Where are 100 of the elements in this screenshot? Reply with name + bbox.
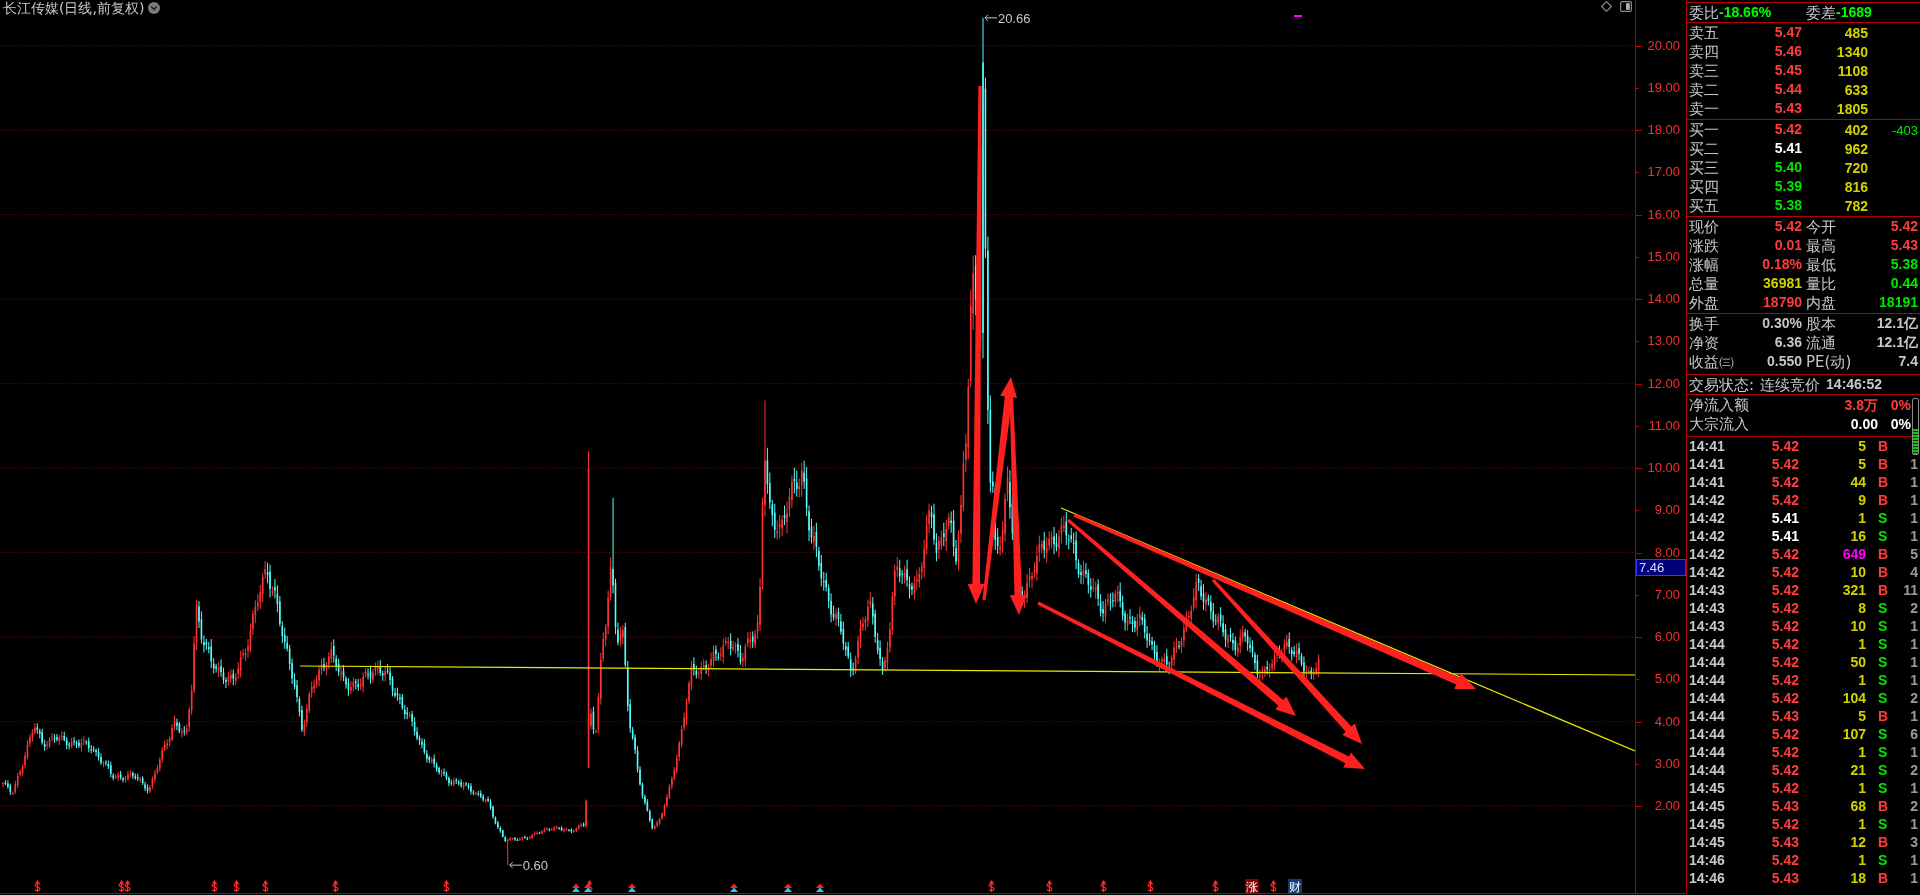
trend-line[interactable]: [1060, 507, 1635, 752]
tick-volume: 1: [1858, 672, 1866, 688]
flow-percent: 0%: [1890, 396, 1911, 413]
tick-price: 5.42: [1771, 636, 1799, 652]
tick-side: B: [1878, 474, 1889, 490]
triangle-marker-icon[interactable]: [730, 883, 738, 892]
dollar-marker-icon[interactable]: [988, 880, 995, 893]
tick-volume: 9: [1858, 492, 1866, 508]
stat-label: 现价: [1689, 217, 1719, 236]
dollar-marker-icon[interactable]: [443, 880, 450, 893]
tick-price: 5.42: [1771, 564, 1799, 580]
tick-time: 14:44: [1689, 708, 1725, 724]
axis-label: 5.00: [1654, 672, 1680, 686]
stat-value: 0.550: [1766, 353, 1802, 370]
triangle-marker-icon[interactable]: [816, 883, 824, 892]
tick-volume: 1: [1858, 510, 1866, 526]
dollar-marker-icon[interactable]: [1046, 880, 1053, 893]
tick-volume: 50: [1850, 654, 1866, 670]
dollar-marker-icon[interactable]: [1212, 880, 1219, 893]
dropdown-icon[interactable]: [148, 2, 161, 14]
support-line[interactable]: [299, 665, 1635, 676]
flow-label: 净流入额: [1689, 395, 1749, 414]
tick-side: B: [1878, 564, 1889, 580]
axis-label: 14.00: [1647, 292, 1680, 306]
tick-side: S: [1878, 690, 1888, 706]
axis-label: 8.00: [1654, 546, 1680, 560]
triangle-marker-icon[interactable]: [584, 883, 592, 892]
order-label: 买二: [1689, 139, 1719, 158]
order-label: 买五: [1689, 196, 1719, 215]
order-price: 5.41: [1774, 140, 1802, 157]
stat-label: 今开: [1806, 217, 1836, 236]
order-label: 买一: [1689, 120, 1719, 139]
tick-volume: 8: [1858, 600, 1866, 616]
order-price: 5.38: [1774, 197, 1802, 214]
tick-price: 5.42: [1771, 816, 1799, 832]
stat-value: 0.30%: [1762, 315, 1802, 332]
tick-count: 1: [1910, 636, 1918, 652]
tick-side: S: [1878, 636, 1888, 652]
order-label: 卖五: [1689, 23, 1719, 42]
tick-price: 5.42: [1771, 762, 1799, 778]
stat-value: 18191: [1879, 294, 1918, 311]
tick-volume: 10: [1850, 618, 1866, 634]
tick-time: 14:45: [1689, 816, 1725, 832]
dollar-marker-icon[interactable]: [233, 880, 240, 893]
order-label: 买三: [1689, 158, 1719, 177]
tick-volume: 104: [1842, 690, 1866, 706]
tick-side: S: [1878, 744, 1888, 760]
tick-side: B: [1878, 492, 1889, 508]
dollar-marker-icon[interactable]: [211, 880, 218, 893]
tick-side: S: [1878, 762, 1888, 778]
stat-label: 内盘: [1806, 293, 1836, 312]
arrow-annotation[interactable]: [967, 86, 985, 604]
tick-time: 14:41: [1689, 456, 1725, 472]
leader-arrow: [984, 14, 998, 22]
stat-value: 12.1亿: [1876, 334, 1918, 351]
arrow-annotation[interactable]: [1073, 513, 1476, 689]
dash-mark-icon: [1294, 15, 1302, 17]
order-volume: 962: [1844, 140, 1868, 157]
status-label: 交易状态:: [1689, 375, 1755, 394]
event-tag[interactable]: 财: [1288, 879, 1302, 893]
dollar-marker-icon[interactable]: [586, 880, 593, 893]
event-tag[interactable]: 涨: [1245, 879, 1259, 893]
stat-value: 6.36: [1774, 334, 1802, 351]
tick-time: 14:44: [1689, 672, 1725, 688]
axis-label: 9.00: [1654, 503, 1680, 517]
stat-value: 12.1亿: [1876, 315, 1918, 332]
triangle-marker-icon[interactable]: [572, 883, 580, 892]
dollar-marker-icon[interactable]: [34, 880, 41, 893]
dollar-marker-icon[interactable]: [262, 880, 269, 893]
tick-price: 5.42: [1771, 852, 1799, 868]
arrow-annotation[interactable]: [1067, 518, 1296, 716]
order-volume: 1108: [1837, 62, 1868, 79]
tick-count: 6: [1910, 726, 1918, 742]
tick-time: 14:41: [1689, 474, 1725, 490]
dollar-marker-icon[interactable]: [118, 880, 125, 893]
triangle-marker-icon[interactable]: [784, 883, 792, 892]
dollar-marker-icon[interactable]: [124, 880, 131, 893]
panel-toggle-icon[interactable]: [1620, 1, 1632, 12]
dollar-marker-icon[interactable]: [1270, 880, 1277, 893]
tick-time: 14:44: [1689, 636, 1725, 652]
dollar-marker-icon[interactable]: [1100, 880, 1107, 893]
tick-price: 5.42: [1771, 492, 1799, 508]
stat-label: 总量: [1689, 274, 1719, 293]
tick-count: 1: [1910, 618, 1918, 634]
tick-side: B: [1878, 456, 1889, 472]
dollar-marker-icon[interactable]: [332, 880, 339, 893]
diamond-icon[interactable]: [1601, 1, 1612, 12]
triangle-marker-icon[interactable]: [628, 883, 636, 892]
tick-time: 14:44: [1689, 654, 1725, 670]
tick-volume: 18: [1850, 870, 1866, 886]
arrow-annotation[interactable]: [1037, 601, 1365, 769]
order-label: 卖一: [1689, 99, 1719, 118]
tick-side: S: [1878, 654, 1888, 670]
arrow-annotation[interactable]: [982, 377, 1017, 601]
arrow-annotation[interactable]: [1211, 578, 1362, 744]
tick-time: 14:45: [1689, 834, 1725, 850]
stat-label: 净资: [1689, 333, 1719, 352]
tick-count: 2: [1910, 762, 1918, 778]
order-price: 5.39: [1774, 178, 1802, 195]
dollar-marker-icon[interactable]: [1147, 880, 1154, 893]
